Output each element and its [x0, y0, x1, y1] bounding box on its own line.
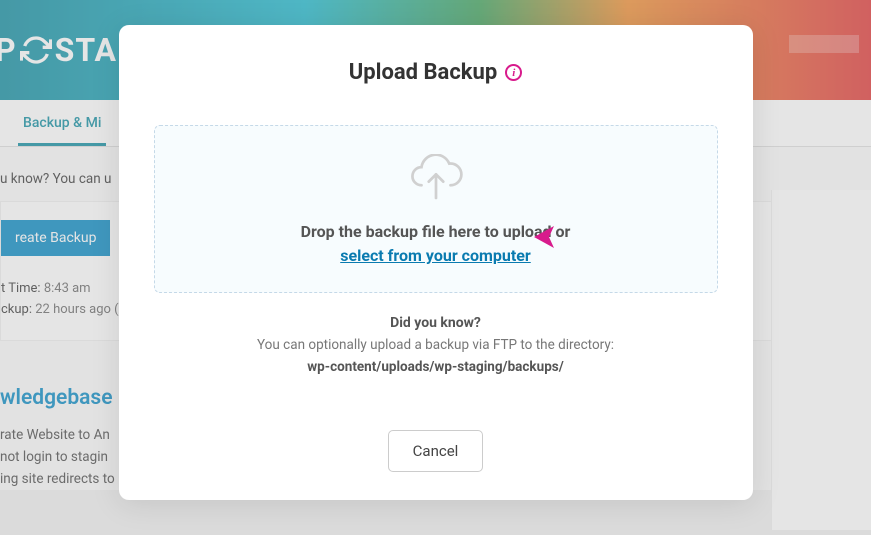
- dyk-text: You can optionally upload a backup via F…: [154, 335, 718, 357]
- select-file-link[interactable]: select from your computer: [340, 246, 531, 265]
- upload-backup-modal: Upload Backup Drop the backup file here …: [119, 25, 753, 500]
- dyk-title: Did you know?: [154, 315, 718, 331]
- modal-title-row: Upload Backup: [154, 60, 718, 85]
- modal-overlay: Upload Backup Drop the backup file here …: [0, 0, 871, 535]
- modal-title: Upload Backup: [349, 60, 497, 85]
- file-dropzone[interactable]: Drop the backup file here to upload or s…: [154, 125, 718, 293]
- dyk-path: wp-content/uploads/wp-staging/backups/: [154, 359, 718, 375]
- modal-footer: Cancel: [154, 430, 718, 472]
- cloud-upload-icon: [407, 154, 465, 206]
- cancel-button[interactable]: Cancel: [388, 430, 484, 472]
- info-icon[interactable]: [505, 64, 522, 81]
- did-you-know-section: Did you know? You can optionally upload …: [154, 315, 718, 375]
- arrow-annotation-icon: [532, 222, 662, 256]
- dropzone-text: Drop the backup file here to upload or: [301, 222, 571, 241]
